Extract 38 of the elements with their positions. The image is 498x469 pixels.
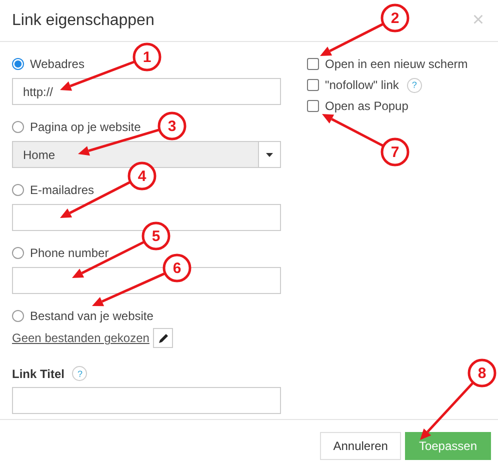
callout-arrow	[320, 22, 384, 56]
radio-button[interactable]	[12, 247, 24, 259]
radio-label: Webadres	[30, 57, 84, 71]
file-link[interactable]: Geen bestanden gekozen	[12, 331, 150, 345]
callout-number: 8	[468, 358, 496, 388]
input-field[interactable]	[12, 204, 281, 231]
radio-label: Pagina op je website	[30, 120, 141, 134]
radio-button[interactable]	[12, 58, 24, 70]
checkbox-label: Open in een nieuw scherm	[325, 57, 468, 71]
radio-button[interactable]	[12, 310, 24, 322]
callout-number: 3	[158, 112, 186, 140]
edit-button[interactable]	[153, 328, 174, 348]
cancel-button[interactable]: Annuleren	[320, 432, 401, 460]
callout-number: 5	[142, 222, 170, 250]
radio-label: Bestand van je website	[30, 309, 154, 323]
callout-number: 1	[132, 42, 162, 72]
dialog-title: Link eigenschappen	[12, 12, 154, 30]
field-label: Link Titel	[12, 366, 64, 380]
checkbox[interactable]	[307, 100, 319, 112]
checkbox-label: Open as Popup	[325, 99, 408, 113]
caret-icon	[266, 152, 273, 156]
callout-arrow	[420, 382, 474, 440]
callout-number: 6	[162, 254, 192, 282]
page-dropdown[interactable]: Home	[12, 141, 281, 168]
pencil-icon	[158, 332, 169, 344]
input-field[interactable]	[12, 387, 281, 414]
checkbox[interactable]	[307, 79, 319, 91]
checkbox[interactable]	[307, 58, 319, 70]
callout-arrow	[322, 114, 384, 148]
input-field[interactable]: http://	[12, 78, 281, 105]
radio-button[interactable]	[12, 184, 24, 196]
checkbox-label: "nofollow" link	[325, 78, 399, 92]
radio-label: E-mailadres	[30, 183, 94, 197]
radio-label: Phone number	[30, 246, 109, 260]
radio-button[interactable]	[12, 121, 24, 133]
callout-number: 4	[128, 162, 156, 190]
callout-number: 2	[380, 4, 410, 32]
callout-number: 7	[380, 138, 410, 166]
